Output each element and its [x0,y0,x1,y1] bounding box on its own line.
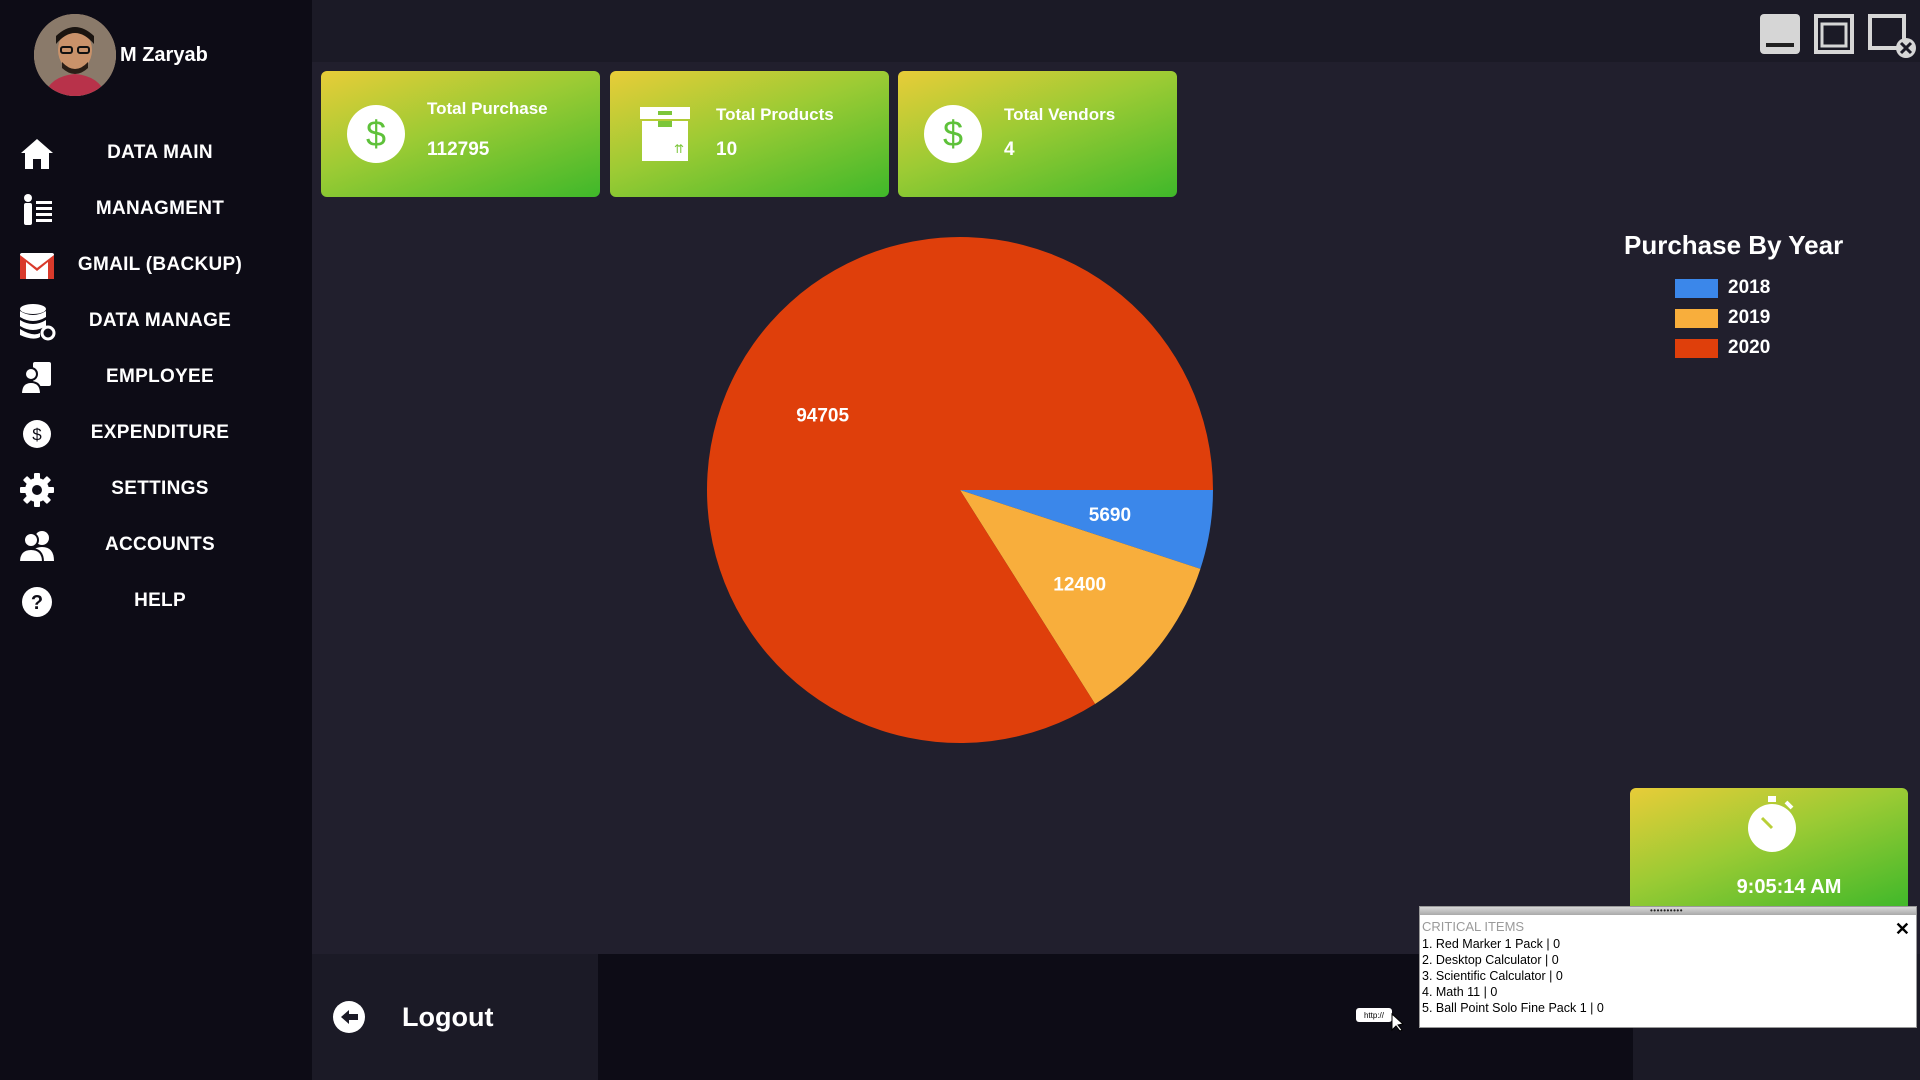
card-value: 112795 [427,139,490,160]
svg-text:⇈: ⇈ [674,142,684,156]
svg-text:$: $ [32,425,42,444]
back-arrow-icon [333,1001,365,1033]
sidebar-item-label: SETTINGS [111,478,209,499]
dollar-coin-icon: $ [18,415,56,453]
pie-label-2019: 12400 [1053,574,1106,595]
stopwatch-icon [1748,796,1796,852]
legend-label: 2019 [1728,307,1771,328]
chart-legend: Purchase By Year 2018 2019 2020 [1600,230,1850,363]
gear-icon [18,471,56,509]
sidebar-item-label: GMAIL (BACKUP) [77,254,243,275]
legend-swatch [1675,308,1718,328]
close-icon [1868,14,1916,58]
card-title: Total Purchase [427,99,548,118]
sidebar-item-help[interactable]: ? HELP [0,577,312,625]
dollar-icon: $ [347,105,405,163]
minimize-button[interactable] [1758,12,1802,56]
box-icon: ⇈ [640,107,690,161]
dollar-icon: $ [924,105,982,163]
list-item: 3. Scientific Calculator | 0 [1422,969,1563,983]
top-bar [312,0,1920,62]
sidebar-item-label: MANAGMENT [95,198,225,219]
pie-label-2018: 5690 [1089,505,1131,526]
logout-button[interactable]: Logout [332,1000,493,1034]
card-value: 10 [716,139,738,160]
chart-title: Purchase By Year [1624,230,1844,260]
gmail-icon [18,247,56,285]
list-item: 4. Math 11 | 0 [1422,985,1498,999]
sidebar-item-label: DATA MANAGE [88,310,232,331]
sidebar-item-label: HELP [134,590,186,611]
sidebar-item-employee[interactable]: EMPLOYEE [0,353,312,401]
legend-item-2018: 2018 [1675,273,1850,303]
list-item: 2. Desktop Calculator | 0 [1422,953,1559,967]
sidebar-item-settings[interactable]: SETTINGS [0,465,312,513]
critical-items-list: 1. Red Marker 1 Pack | 0 2. Desktop Calc… [1422,936,1604,1016]
sidebar-item-expenditure[interactable]: $ EXPENDITURE [0,409,312,457]
sidebar-item-managment[interactable]: MANAGMENT [0,185,312,233]
sidebar-item-accounts[interactable]: ACCOUNTS [0,521,312,569]
url-cursor-icon: http:// [1356,1008,1404,1032]
home-icon [18,135,56,173]
database-icon [18,303,56,341]
legend-label: 2020 [1728,337,1771,358]
user-profile: M Zaryab [34,14,208,96]
close-window-button[interactable] [1866,12,1918,58]
clock-card: 9:05:14 AM [1630,788,1908,908]
popup-close-button[interactable]: ✕ [1895,920,1910,938]
legend-swatch [1675,338,1718,358]
card-title: Total Vendors [1004,105,1116,124]
clock-time: 9:05:14 AM [1736,876,1842,898]
total-purchase-card: $ Total Purchase 112795 [321,71,600,197]
management-icon [18,191,56,229]
avatar [34,14,116,96]
maximize-button[interactable] [1812,12,1856,56]
legend-swatch [1675,278,1718,298]
sidebar-item-label: ACCOUNTS [104,534,216,555]
popup-drag-handle[interactable]: •••••••••• [1420,907,1916,915]
maximize-icon [1814,14,1854,54]
sidebar: M Zaryab DATA MAIN MANAGMENT GMAIL (BACK… [0,0,312,1080]
sidebar-item-data-main[interactable]: DATA MAIN [0,129,312,177]
help-icon: ? [18,583,56,621]
legend-label: 2018 [1728,277,1771,298]
card-title: Total Products [716,105,834,124]
sidebar-item-label: DATA MAIN [107,142,213,163]
logout-label: Logout [402,1001,494,1032]
total-vendors-card: $ Total Vendors 4 [898,71,1177,197]
users-icon [18,527,56,565]
svg-text:$: $ [943,113,963,154]
sidebar-item-gmail-backup[interactable]: GMAIL (BACKUP) [0,241,312,289]
employee-icon [18,359,56,397]
critical-items-popup: •••••••••• ✕ CRITICAL ITEMS 1. Red Marke… [1419,906,1917,1028]
popup-title: CRITICAL ITEMS [1422,919,1525,934]
sidebar-item-label: EXPENDITURE [90,422,230,443]
svg-text:http://: http:// [1364,1011,1385,1020]
purchase-pie-chart: 5690 12400 94705 [707,237,1213,743]
total-products-card: ⇈ Total Products 10 [610,71,889,197]
svg-text:$: $ [366,113,386,154]
list-item: 1. Red Marker 1 Pack | 0 [1422,937,1561,951]
card-value: 4 [1004,139,1015,160]
pie-label-2020: 94705 [796,405,849,426]
legend-item-2020: 2020 [1675,333,1850,363]
minimize-icon [1760,14,1800,54]
user-name: M Zaryab [120,43,208,66]
list-item: 5. Ball Point Solo Fine Pack 1 | 0 [1422,1001,1604,1015]
sidebar-item-data-manage[interactable]: DATA MANAGE [0,297,312,345]
legend-item-2019: 2019 [1675,303,1850,333]
svg-text:?: ? [31,592,43,614]
sidebar-item-label: EMPLOYEE [106,366,214,387]
